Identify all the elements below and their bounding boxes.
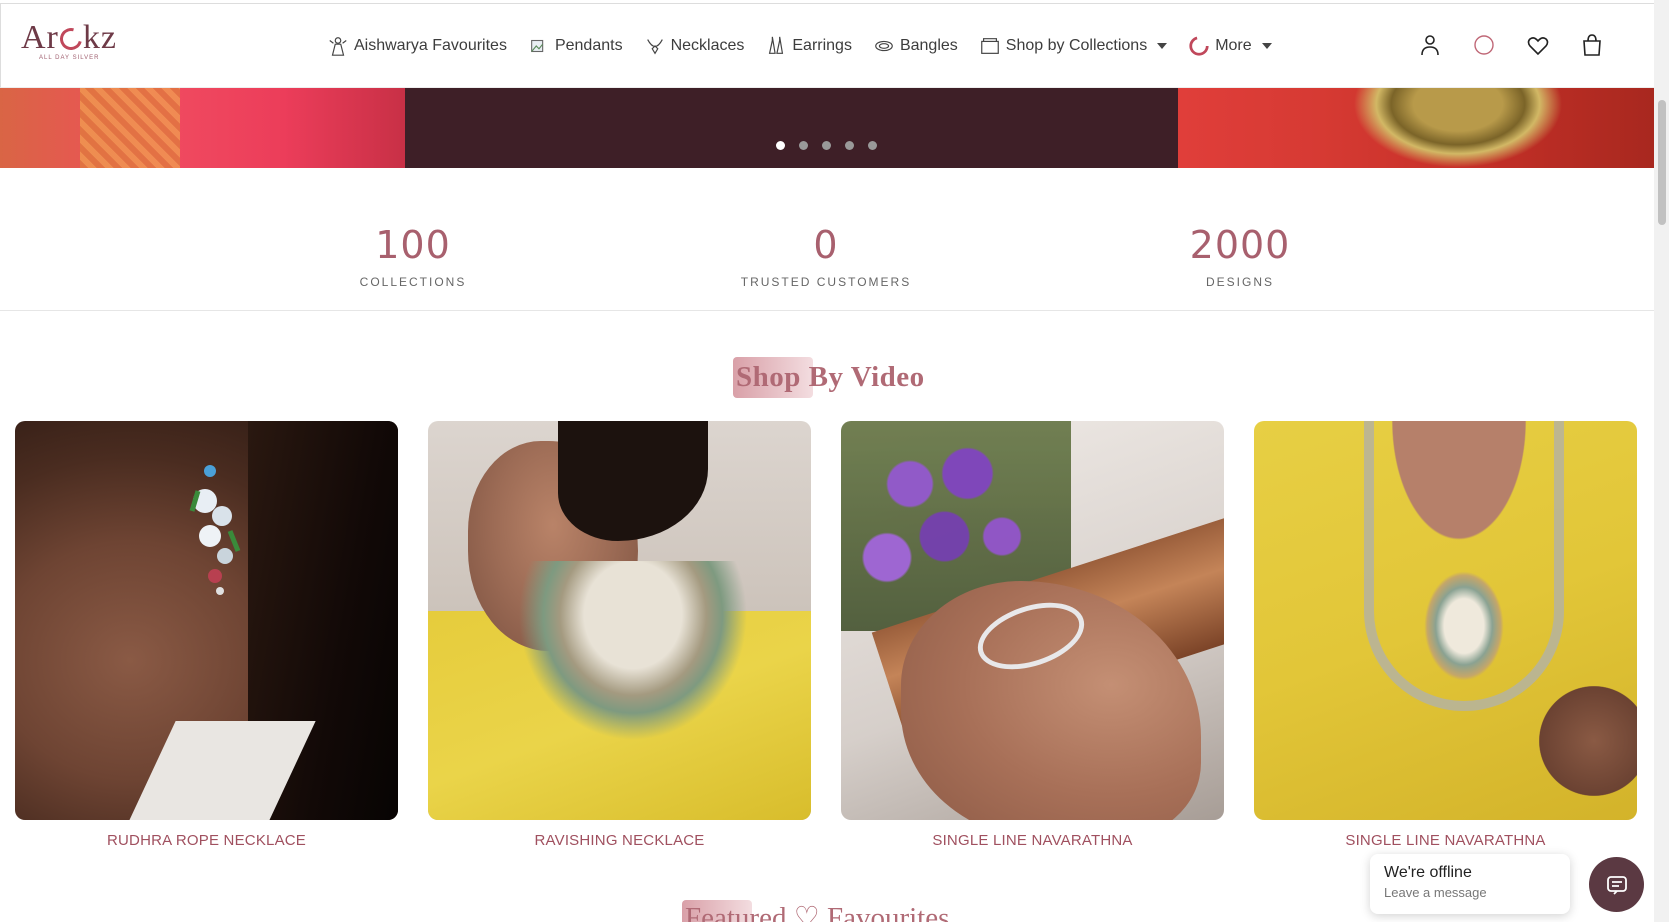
- earring-image: [189, 465, 241, 595]
- stat-value: 0: [813, 223, 839, 267]
- nav-item-pendants[interactable]: Pendants: [528, 35, 623, 57]
- page-scrollbar[interactable]: [1654, 0, 1669, 922]
- header-actions: [1418, 32, 1604, 58]
- lady-icon: [327, 35, 349, 57]
- nav-item-shop-by-collections[interactable]: Shop by Collections: [979, 35, 1168, 57]
- nav-label: Pendants: [554, 37, 623, 54]
- scrollbar-thumb[interactable]: [1658, 100, 1666, 225]
- hero-carousel[interactable]: [0, 88, 1654, 168]
- logo-wordmark: Ar kz: [21, 19, 117, 56]
- user-icon[interactable]: [1418, 32, 1442, 58]
- shop-by-video-heading: Shop By Video: [733, 357, 925, 398]
- video-card[interactable]: RAVISHING NECKLACE: [428, 421, 811, 849]
- stat-designs: 2000 DESIGNS: [1120, 223, 1360, 289]
- chat-status: We're offline: [1384, 864, 1472, 881]
- carousel-dot-1[interactable]: [776, 141, 785, 150]
- carousel-dot-5[interactable]: [868, 141, 877, 150]
- bag-icon[interactable]: [1580, 32, 1604, 58]
- video-grid: RUDHRA ROPE NECKLACE RAVISHING NECKLACE …: [15, 421, 1637, 849]
- carousel-dot-3[interactable]: [822, 141, 831, 150]
- stat-label: DESIGNS: [1205, 275, 1274, 289]
- nav-item-bangles[interactable]: Bangles: [873, 35, 958, 57]
- video-title[interactable]: SINGLE LINE NAVARATHNA: [1345, 832, 1545, 849]
- page: Ar kz ALL DAY SILVER Aishwarya Favourites…: [0, 0, 1669, 922]
- stat-collections: 100 COLLECTIONS: [293, 223, 533, 289]
- earrings-icon: [765, 35, 787, 57]
- video-thumbnail[interactable]: [428, 421, 811, 820]
- brand-logo[interactable]: Ar kz ALL DAY SILVER: [21, 19, 117, 62]
- nav-item-more[interactable]: More: [1188, 35, 1272, 57]
- chat-launcher-button[interactable]: [1589, 857, 1644, 912]
- chat-subtitle: Leave a message: [1384, 885, 1487, 900]
- chat-offline-bubble[interactable]: We're offline Leave a message: [1370, 854, 1570, 914]
- video-title[interactable]: RAVISHING NECKLACE: [534, 832, 704, 849]
- main-nav: Aishwarya Favourites Pendants Necklaces …: [327, 32, 1293, 60]
- video-thumbnail[interactable]: [841, 421, 1224, 820]
- chevron-down-icon: [1261, 43, 1272, 49]
- logo-ring-icon: [55, 23, 86, 55]
- carousel-dot-2[interactable]: [799, 141, 808, 150]
- chat-icon: [1606, 875, 1627, 895]
- video-thumbnail[interactable]: [15, 421, 398, 820]
- nav-item-earrings[interactable]: Earrings: [765, 35, 852, 57]
- nav-label: More: [1215, 37, 1252, 54]
- section-title: Shop By Video: [736, 361, 925, 393]
- video-thumbnail[interactable]: [1254, 421, 1637, 820]
- chevron-down-icon: [1157, 43, 1168, 49]
- video-title[interactable]: RUDHRA ROPE NECKLACE: [107, 832, 306, 849]
- featured-heading: Featured ♡ Favourites: [682, 900, 949, 922]
- section-title: Featured ♡ Favourites: [685, 902, 950, 922]
- carousel-dot-4[interactable]: [845, 141, 854, 150]
- hero-image-left: [0, 88, 405, 168]
- stats-section: 100 COLLECTIONS 0 TRUSTED CUSTOMERS 2000…: [0, 168, 1654, 311]
- site-header: Ar kz ALL DAY SILVER Aishwarya Favourites…: [0, 3, 1654, 88]
- heart-icon[interactable]: [1526, 32, 1550, 58]
- stat-label: COLLECTIONS: [359, 275, 467, 289]
- video-card[interactable]: RUDHRA ROPE NECKLACE: [15, 421, 398, 849]
- video-card[interactable]: SINGLE LINE NAVARATHNA: [841, 421, 1224, 849]
- nav-label: Necklaces: [670, 37, 745, 54]
- hero-image-right: [1178, 88, 1654, 168]
- video-title[interactable]: SINGLE LINE NAVARATHNA: [932, 832, 1132, 849]
- necklace-icon: [644, 35, 666, 57]
- nav-label: Shop by Collections: [1005, 37, 1148, 54]
- pendant-icon: [528, 35, 550, 57]
- bangle-icon: [873, 35, 895, 57]
- nav-label: Earrings: [792, 37, 852, 54]
- carousel-dots: [776, 141, 877, 150]
- stat-value: 2000: [1189, 223, 1291, 267]
- stat-value: 100: [375, 223, 451, 267]
- nav-item-aishwarya-favourites[interactable]: Aishwarya Favourites: [327, 35, 507, 57]
- stat-trusted-customers: 0 TRUSTED CUSTOMERS: [706, 223, 946, 289]
- nav-label: Aishwarya Favourites: [354, 37, 507, 54]
- nav-item-necklaces[interactable]: Necklaces: [644, 35, 745, 57]
- nav-label: Bangles: [899, 37, 958, 54]
- video-card[interactable]: SINGLE LINE NAVARATHNA: [1254, 421, 1637, 849]
- stat-label: TRUSTED CUSTOMERS: [740, 275, 912, 289]
- logo-tagline: ALL DAY SILVER: [39, 55, 100, 61]
- search-icon[interactable]: [1472, 32, 1496, 58]
- box-icon: [979, 35, 1001, 57]
- more-logo-icon: [1188, 35, 1210, 57]
